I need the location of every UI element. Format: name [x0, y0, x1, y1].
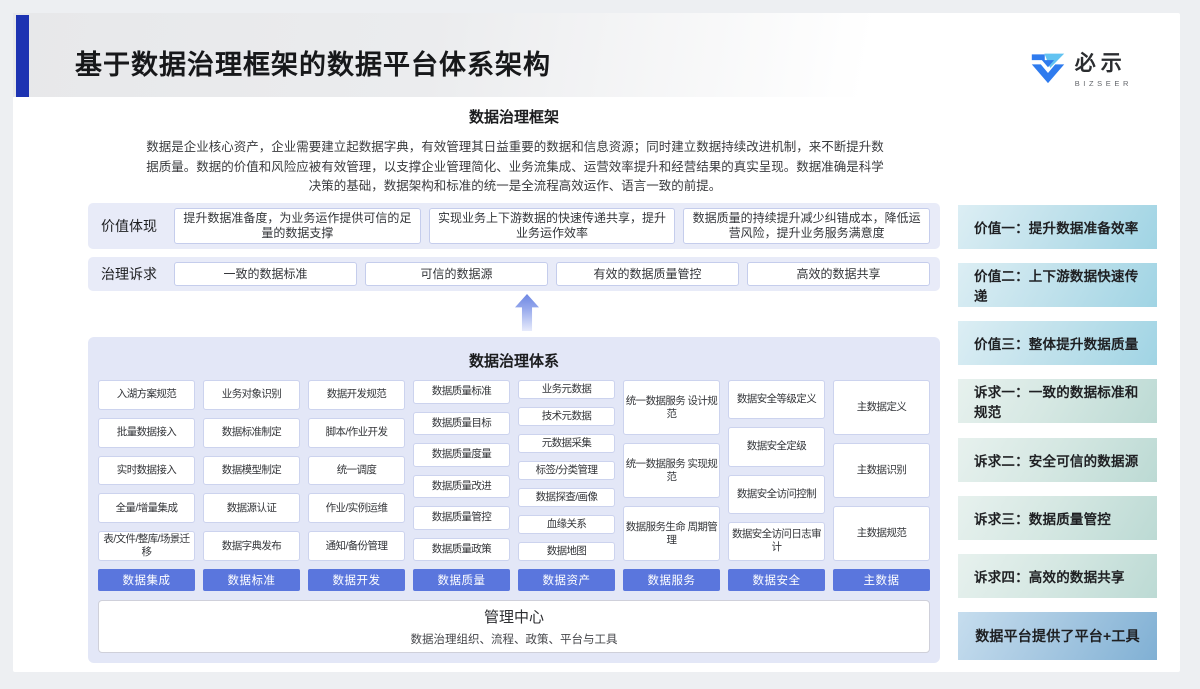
system-item: 实时数据接入	[98, 456, 195, 486]
sidebar-item-demand: 诉求二：安全可信的数据源	[958, 438, 1157, 482]
sidebar-item-demand: 诉求三：数据质量管控	[958, 496, 1157, 540]
system-column: 数据质量标准数据质量目标数据质量度量数据质量改进数据质量管控数据质量政策	[413, 380, 510, 561]
system-item: 数据质量改进	[413, 475, 510, 499]
system-item: 主数据定义	[833, 380, 930, 435]
demand-item: 有效的数据质量管控	[556, 262, 739, 286]
system-tab: 数据开发	[308, 569, 405, 591]
system-item: 数据安全定级	[728, 427, 825, 466]
demand-row-items: 一致的数据标准可信的数据源有效的数据质量管控高效的数据共享	[174, 262, 930, 286]
system-column: 入湖方案规范批量数据接入实时数据接入全量/增量集成表/文件/整库/场景迁移	[98, 380, 195, 561]
system-item: 数据字典发布	[203, 531, 300, 561]
system-item: 数据开发规范	[308, 380, 405, 410]
demand-row: 治理诉求 一致的数据标准可信的数据源有效的数据质量管控高效的数据共享	[88, 257, 940, 291]
system-item: 业务对象识别	[203, 380, 300, 410]
system-item: 数据质量度量	[413, 443, 510, 467]
system-item: 数据探查/画像	[518, 488, 615, 507]
system-item: 统一调度	[308, 456, 405, 486]
system-item: 业务元数据	[518, 380, 615, 399]
system-item: 数据质量标准	[413, 380, 510, 404]
sidebar-item-demand: 诉求一：一致的数据标准和规范	[958, 379, 1157, 423]
system-grid: 入湖方案规范批量数据接入实时数据接入全量/增量集成表/文件/整库/场景迁移业务对…	[98, 380, 930, 561]
system-tab: 数据资产	[518, 569, 615, 591]
system-item: 作业/实例运维	[308, 493, 405, 523]
value-row-label: 价值体现	[98, 216, 174, 236]
system-item: 数据源认证	[203, 493, 300, 523]
system-item: 数据质量目标	[413, 412, 510, 436]
sidebar-item-value: 价值三：整体提升数据质量	[958, 321, 1157, 365]
title-accent-bar	[16, 15, 29, 97]
management-center: 管理中心 数据治理组织、流程、政策、平台与工具	[98, 600, 930, 653]
system-item: 主数据识别	[833, 443, 930, 498]
demand-row-label: 治理诉求	[98, 264, 174, 284]
framework-title: 数据治理框架	[88, 106, 940, 127]
system-item: 统一数据服务 实现规范	[623, 443, 720, 498]
slide-card: 基于数据治理框架的数据平台体系架构 必示 BIZSEER 数据治理框架 数据是企…	[13, 13, 1180, 672]
system-item: 脚本/作业开发	[308, 418, 405, 448]
system-item: 数据质量管控	[413, 506, 510, 530]
value-row-items: 提升数据准备度，为业务运作提供可信的足量的数据支撑实现业务上下游数据的快速传递共…	[174, 208, 930, 244]
governance-system-panel: 数据治理体系 入湖方案规范批量数据接入实时数据接入全量/增量集成表/文件/整库/…	[88, 337, 940, 663]
system-item: 数据安全访问日志审计	[728, 522, 825, 561]
system-item: 血缘关系	[518, 515, 615, 534]
system-column: 数据安全等级定义数据安全定级数据安全访问控制数据安全访问日志审计	[728, 380, 825, 561]
system-tab: 数据标准	[203, 569, 300, 591]
demand-item: 可信的数据源	[365, 262, 548, 286]
system-item: 全量/增量集成	[98, 493, 195, 523]
system-tab: 数据安全	[728, 569, 825, 591]
demand-item: 高效的数据共享	[747, 262, 930, 286]
demand-item: 一致的数据标准	[174, 262, 357, 286]
system-item: 数据模型制定	[203, 456, 300, 486]
system-item: 表/文件/整库/场景迁移	[98, 531, 195, 561]
management-center-title: 管理中心	[484, 606, 544, 627]
system-item: 技术元数据	[518, 407, 615, 426]
value-item: 提升数据准备度，为业务运作提供可信的足量的数据支撑	[174, 208, 421, 244]
bizseer-check-icon	[1030, 52, 1066, 84]
governance-system-title: 数据治理体系	[98, 345, 930, 380]
logo-text-block: 必示 BIZSEER	[1075, 47, 1132, 88]
value-item: 数据质量的持续提升减少纠错成本，降低运营风险，提升业务服务满意度	[683, 208, 930, 244]
management-center-subtitle: 数据治理组织、流程、政策、平台与工具	[411, 631, 618, 647]
system-tabs-row: 数据集成数据标准数据开发数据质量数据资产数据服务数据安全主数据	[98, 569, 930, 591]
system-item: 数据质量政策	[413, 538, 510, 562]
system-tab: 数据集成	[98, 569, 195, 591]
system-column: 业务对象识别数据标准制定数据模型制定数据源认证数据字典发布	[203, 380, 300, 561]
logo-subtext: BIZSEER	[1075, 79, 1132, 88]
system-item: 数据标准制定	[203, 418, 300, 448]
bizseer-logo: 必示 BIZSEER	[1030, 47, 1132, 88]
system-item: 主数据规范	[833, 506, 930, 561]
system-item: 统一数据服务 设计规范	[623, 380, 720, 435]
sidebar: 价值一：提升数据准备效率价值二：上下游数据快速传递价值三：整体提升数据质量诉求一…	[958, 205, 1157, 660]
value-row: 价值体现 提升数据准备度，为业务运作提供可信的足量的数据支撑实现业务上下游数据的…	[88, 203, 940, 249]
system-tab: 数据服务	[623, 569, 720, 591]
system-column: 主数据定义主数据识别主数据规范	[833, 380, 930, 561]
system-item: 数据地图	[518, 542, 615, 561]
page-title: 基于数据治理框架的数据平台体系架构	[75, 43, 551, 82]
sidebar-item-value: 价值一：提升数据准备效率	[958, 205, 1157, 249]
sidebar-item-value: 价值二：上下游数据快速传递	[958, 263, 1157, 307]
system-item: 标签/分类管理	[518, 461, 615, 480]
system-item: 元数据采集	[518, 434, 615, 453]
sidebar-item-demand: 诉求四：高效的数据共享	[958, 554, 1157, 598]
framework-description: 数据是企业核心资产，企业需要建立起数据字典，有效管理其日益重要的数据和信息资源；…	[141, 138, 889, 197]
system-item: 批量数据接入	[98, 418, 195, 448]
system-tab: 数据质量	[413, 569, 510, 591]
system-item: 数据安全访问控制	[728, 475, 825, 514]
sidebar-item-platform: 数据平台提供了平台+工具	[958, 612, 1157, 660]
system-item: 通知/备份管理	[308, 531, 405, 561]
system-column: 业务元数据技术元数据元数据采集标签/分类管理数据探查/画像血缘关系数据地图	[518, 380, 615, 561]
system-item: 数据服务生命 周期管理	[623, 506, 720, 561]
logo-name: 必示	[1075, 47, 1127, 77]
system-column: 数据开发规范脚本/作业开发统一调度作业/实例运维通知/备份管理	[308, 380, 405, 561]
system-column: 统一数据服务 设计规范统一数据服务 实现规范数据服务生命 周期管理	[623, 380, 720, 561]
system-tab: 主数据	[833, 569, 930, 591]
system-item: 数据安全等级定义	[728, 380, 825, 419]
up-arrow-icon	[515, 294, 539, 331]
system-item: 入湖方案规范	[98, 380, 195, 410]
value-item: 实现业务上下游数据的快速传递共享，提升业务运作效率	[429, 208, 676, 244]
